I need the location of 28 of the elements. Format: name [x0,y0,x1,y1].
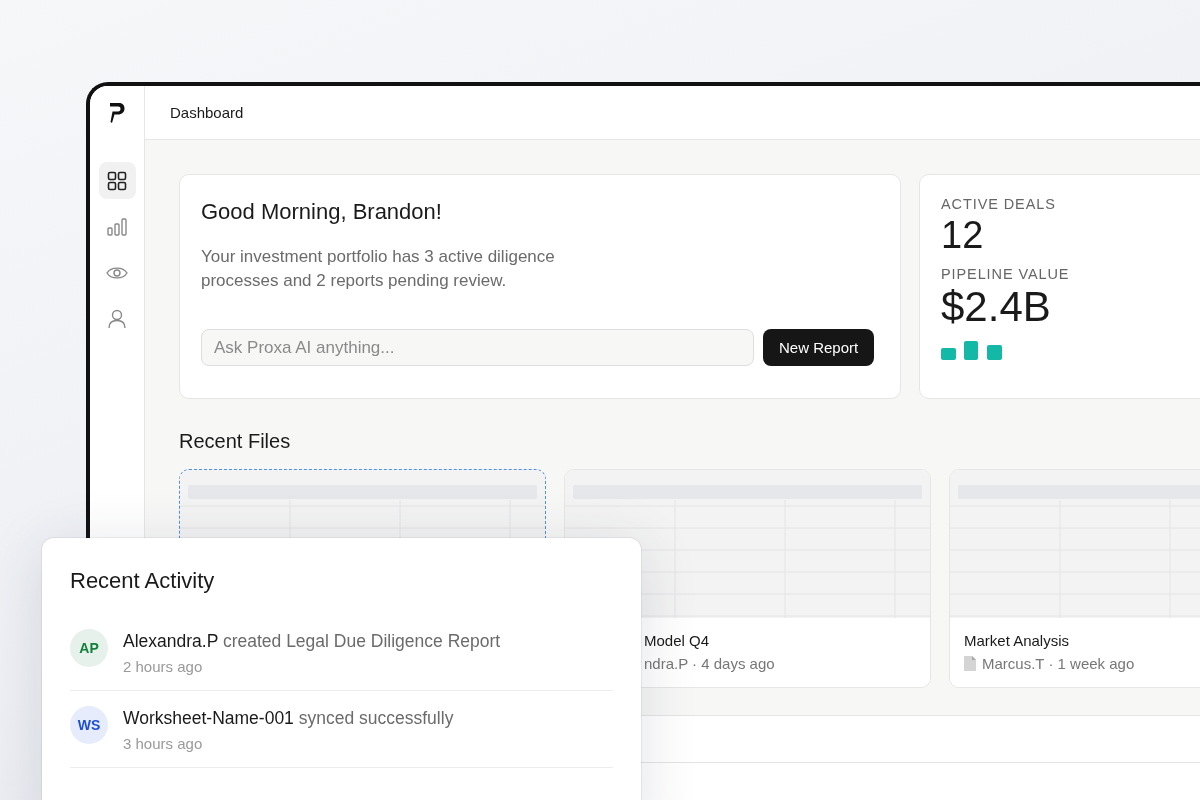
page-title: Dashboard [170,104,244,121]
eye-icon [106,265,128,280]
activity-time: 3 hours ago [123,735,204,752]
user-icon [108,308,126,329]
section-title: Recent Files [179,430,292,453]
activity-text: Worksheet-Name-001 synced successfully [123,708,454,728]
activity-time: 2 hours ago [123,658,204,675]
activity-title: Recent Activity [70,568,216,594]
bar-chart-icon [107,217,127,236]
activity-text: Alexandra.P created Legal Due Diligence Report [123,631,501,651]
welcome-text: Your investment portfolio has 3 active diligence processes and 2 reports pending review. [201,246,556,292]
greeting-title: Good Morning, Brandon! [201,199,443,225]
mini-bar-chart-icon [941,341,1003,360]
file-meta: Marcus.T · 1 week ago [982,655,1135,672]
file-title: Model Q4 [644,632,711,649]
new-report-button[interactable]: New Report [763,329,875,366]
ask-field[interactable]: Ask Proxa AI anything... [201,329,754,366]
file-card[interactable]: Market Analysis Marcus.T · 1 week ago [949,469,1200,688]
file-meta: ndra.P · 4 days ago [644,655,775,672]
avatar: AP [70,629,108,667]
stat-label: ACTIVE DEALS [941,195,1057,213]
stat-value: 12 [941,213,985,257]
avatar: WS [70,706,108,744]
grid-icon [107,170,127,191]
file-title: Market Analysis [964,632,1071,649]
stat-label: PIPELINE VALUE [941,265,1071,283]
stat-value: $2.4B [941,283,1052,331]
logo-icon [109,102,125,124]
